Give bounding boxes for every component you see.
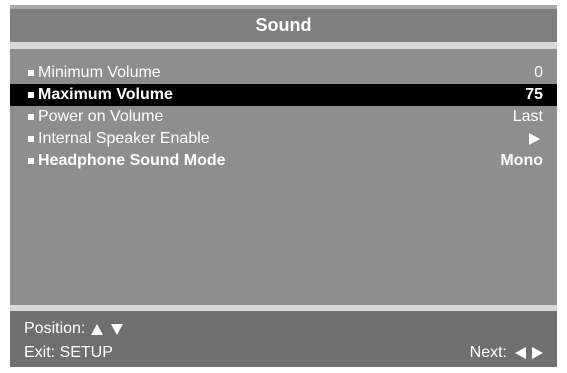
menu-item-label: Maximum Volume [38,86,173,103]
menu-item-maximum-volume[interactable]: Maximum Volume 75 [10,84,557,106]
title-separator [10,42,557,49]
left-arrow-icon [515,347,526,359]
next-label: Next: [469,344,507,361]
menu-item-value: Last [512,108,543,125]
menu-item-power-on-volume[interactable]: Power on Volume Last [10,106,557,128]
menu-item-value: 75 [525,86,543,103]
bullet-icon [28,70,34,76]
menu-item-value: Mono [500,152,543,169]
menu-footer: Position: Exit: SETUP Next: [10,311,557,367]
bullet-icon [28,92,34,98]
menu-item-label: Internal Speaker Enable [38,130,210,147]
position-hint: Position: [24,320,124,338]
menu-item-label: Power on Volume [38,108,164,125]
exit-hint: Exit: SETUP [24,344,113,362]
menu-item-minimum-volume[interactable]: Minimum Volume 0 [10,62,557,84]
bullet-icon [28,158,34,164]
menu-list: Minimum Volume 0 Maximum Volume 75 Power… [10,62,557,172]
menu-item-value: 0 [534,64,543,81]
sound-osd-menu: Sound Minimum Volume 0 Maximum Volume 75… [10,5,557,367]
bullet-icon [28,114,34,120]
exit-label: Exit: SETUP [24,344,113,361]
next-hint: Next: [470,344,543,362]
bullet-icon [28,136,34,142]
menu-title: Sound [255,15,312,35]
right-arrow-icon [532,347,543,359]
menu-area: Minimum Volume 0 Maximum Volume 75 Power… [10,49,557,305]
right-triangle-icon [529,133,540,145]
down-arrow-icon [111,323,124,335]
menu-item-label: Minimum Volume [38,64,161,81]
menu-item-headphone-sound-mode[interactable]: Headphone Sound Mode Mono [10,150,557,172]
menu-item-internal-speaker-enable[interactable]: Internal Speaker Enable [10,128,557,150]
menu-title-bar: Sound [10,5,557,42]
position-label: Position: [24,320,86,337]
up-arrow-icon [91,323,104,335]
menu-item-label: Headphone Sound Mode [38,152,226,169]
